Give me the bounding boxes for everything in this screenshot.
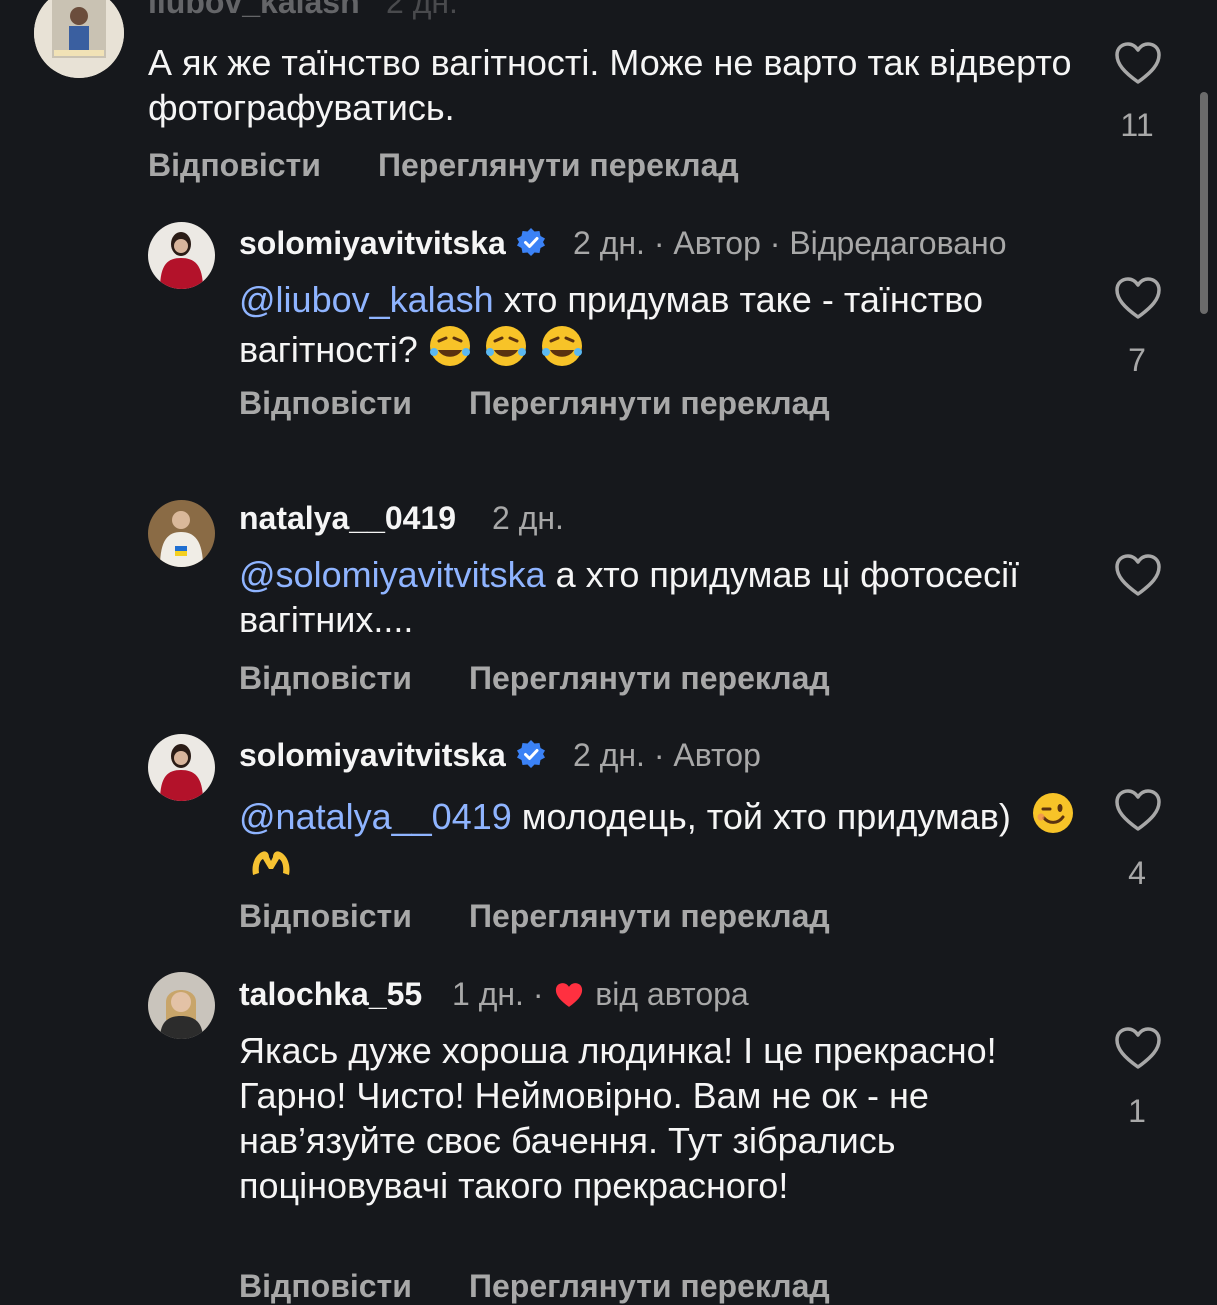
comment-time: 2 дн. xyxy=(386,0,458,20)
comment-username[interactable]: solomiyavitvitska xyxy=(239,737,552,774)
comment-body: молодець, той хто придумав) xyxy=(521,796,1011,837)
comment-time: 2 дн. xyxy=(492,500,564,536)
avatar[interactable] xyxy=(34,0,124,78)
scrollbar[interactable] xyxy=(1200,92,1208,314)
winking-face-emoji xyxy=(1032,793,1073,833)
comment-text: @liubov_kalash хто придумав таке - таїнс… xyxy=(239,277,1079,372)
comment-username[interactable]: natalya__0419 xyxy=(239,500,456,537)
heart-icon[interactable] xyxy=(1114,553,1162,597)
rolling-on-floor-laughing-emoji xyxy=(429,326,470,366)
comment-username[interactable]: solomiyavitvitska xyxy=(239,225,552,262)
comment-username[interactable]: talochka_55 xyxy=(239,976,422,1013)
reply-button[interactable]: Відповісти xyxy=(239,898,412,935)
like-count: 11 xyxy=(1120,107,1154,143)
heart-icon[interactable] xyxy=(1114,1026,1162,1070)
see-translation-button[interactable]: Переглянути переклад xyxy=(469,1268,830,1305)
like-count: 4 xyxy=(1128,855,1146,891)
reply-button[interactable]: Відповісти xyxy=(239,385,412,422)
mention-link[interactable]: @solomiyavitvitska xyxy=(239,554,546,595)
comment-time: 1 дн. xyxy=(452,976,524,1012)
rolling-on-floor-laughing-emoji xyxy=(541,326,582,366)
comment-text: Якась дуже хороша людинка! І це прекрасн… xyxy=(239,1030,997,1206)
username-label[interactable]: solomiyavitvitska xyxy=(239,225,506,261)
comment-text: @natalya__0419 молодець, той хто придума… xyxy=(239,789,1079,889)
avatar[interactable] xyxy=(148,734,215,801)
heart-icon[interactable] xyxy=(1114,788,1162,832)
reply-button[interactable]: Відповісти xyxy=(239,660,412,697)
comment-username[interactable]: liubov_kalash xyxy=(148,0,360,21)
author-tag: Автор xyxy=(673,225,761,261)
comment-meta: 1 дн. · від автора xyxy=(452,976,749,1012)
avatar[interactable] xyxy=(148,972,215,1039)
verified-badge-icon xyxy=(516,740,545,768)
reply-button[interactable]: Відповісти xyxy=(148,147,321,184)
see-translation-button[interactable]: Переглянути переклад xyxy=(378,147,739,184)
verified-badge-icon xyxy=(516,228,545,256)
comment-meta: 2 дн. · Автор xyxy=(573,737,761,773)
see-translation-button[interactable]: Переглянути переклад xyxy=(469,660,830,697)
comment-text: @solomiyavitvitska а хто придумав ці фот… xyxy=(239,552,1079,642)
see-translation-button[interactable]: Переглянути переклад xyxy=(469,385,830,422)
comment-text: А як же таїнство вагітності. Може не вар… xyxy=(148,42,1072,128)
reply-button[interactable]: Відповісти xyxy=(239,1268,412,1305)
comment-time: 2 дн. xyxy=(573,225,645,261)
mention-link[interactable]: @liubov_kalash xyxy=(239,279,494,320)
heart-filled-icon xyxy=(556,983,583,1007)
heart-icon[interactable] xyxy=(1114,276,1162,320)
avatar[interactable] xyxy=(148,222,215,289)
username-label[interactable]: solomiyavitvitska xyxy=(239,737,506,773)
edited-tag: Відредаговано xyxy=(789,225,1007,261)
like-count: 1 xyxy=(1128,1093,1146,1129)
see-translation-button[interactable]: Переглянути переклад xyxy=(469,898,830,935)
heart-hands-emoji xyxy=(252,851,290,875)
mention-link[interactable]: @natalya__0419 xyxy=(239,796,512,837)
like-count: 7 xyxy=(1128,342,1146,378)
rolling-on-floor-laughing-emoji xyxy=(485,326,526,366)
avatar[interactable] xyxy=(148,500,215,567)
comment-meta: 2 дн. · Автор · Відредаговано xyxy=(573,225,1007,261)
comment-time: 2 дн. xyxy=(573,737,645,773)
heart-icon[interactable] xyxy=(1114,41,1162,85)
author-tag: Автор xyxy=(673,737,761,773)
liked-by-author-label: від автора xyxy=(595,976,749,1012)
